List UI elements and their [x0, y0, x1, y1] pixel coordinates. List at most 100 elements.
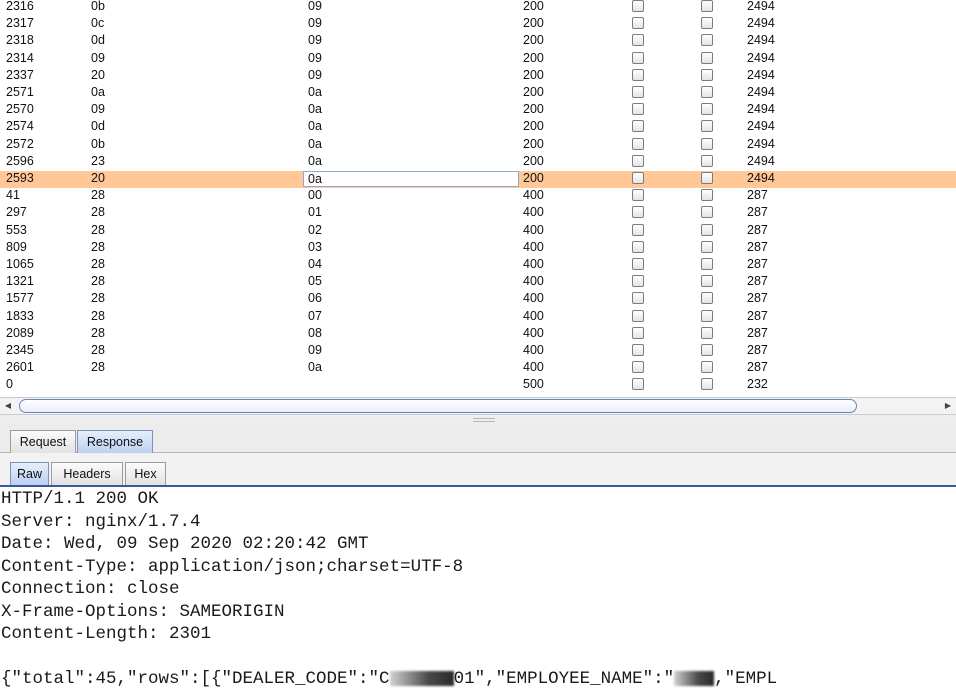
tab-request[interactable]: Request [10, 430, 76, 453]
table-row[interactable]: 2337 20 09 200 2494 [0, 68, 956, 85]
timeout-checkbox[interactable] [701, 34, 713, 47]
table-row[interactable]: 2571 0a 0a 200 2494 [0, 85, 956, 102]
length-cell: 2494 [747, 16, 775, 31]
table-row[interactable]: 2316 0b 09 200 2494 [0, 0, 956, 16]
table-row[interactable]: 2314 09 09 200 2494 [0, 51, 956, 68]
error-checkbox[interactable] [632, 275, 644, 288]
request-cell: 2572 [6, 136, 34, 151]
tab-headers[interactable]: Headers [51, 462, 123, 485]
divider-grip-icon[interactable] [473, 418, 495, 422]
payload2-cell: 01 [308, 205, 322, 220]
table-row[interactable]: 2089 28 08 400 287 [0, 326, 956, 343]
tab-response[interactable]: Response [77, 430, 153, 453]
error-checkbox[interactable] [632, 68, 644, 81]
timeout-checkbox[interactable] [701, 0, 713, 12]
error-checkbox[interactable] [632, 103, 644, 116]
error-checkbox[interactable] [632, 223, 644, 236]
error-checkbox[interactable] [632, 344, 644, 356]
error-checkbox[interactable] [632, 189, 644, 202]
table-row[interactable]: 2345 28 09 400 287 [0, 343, 956, 360]
length-cell: 287 [747, 360, 768, 375]
timeout-checkbox[interactable] [701, 326, 713, 339]
timeout-checkbox[interactable] [701, 378, 713, 391]
status-cell: 200 [523, 67, 544, 82]
timeout-checkbox[interactable] [701, 103, 713, 116]
error-checkbox[interactable] [632, 361, 644, 374]
timeout-checkbox[interactable] [701, 275, 713, 288]
table-row[interactable]: 1577 28 06 400 287 [0, 291, 956, 308]
error-checkbox[interactable] [632, 378, 644, 391]
status-cell: 200 [523, 102, 544, 117]
table-row[interactable]: 2574 0d 0a 200 2494 [0, 119, 956, 136]
length-cell: 2494 [747, 136, 775, 151]
raw-response-view[interactable]: HTTP/1.1 200 OK Server: nginx/1.7.4 Date… [0, 487, 956, 694]
error-checkbox[interactable] [632, 172, 644, 184]
timeout-checkbox[interactable] [701, 292, 713, 305]
scroll-left-icon[interactable]: ◀ [1, 400, 15, 412]
request-cell: 2593 [6, 171, 34, 185]
error-checkbox[interactable] [632, 137, 644, 150]
error-checkbox[interactable] [632, 34, 644, 47]
timeout-checkbox[interactable] [701, 68, 713, 81]
error-checkbox[interactable] [632, 17, 644, 30]
error-checkbox[interactable] [632, 206, 644, 219]
timeout-checkbox[interactable] [701, 120, 713, 133]
table-row[interactable]: 2317 0c 09 200 2494 [0, 16, 956, 33]
table-row[interactable]: 0 500 232 [0, 377, 956, 394]
table-row[interactable]: 2601 28 0a 400 287 [0, 360, 956, 377]
error-checkbox[interactable] [632, 309, 644, 322]
timeout-checkbox[interactable] [701, 51, 713, 64]
timeout-checkbox[interactable] [701, 258, 713, 270]
table-row[interactable]: 1065 28 04 400 287 [0, 257, 956, 274]
table-row[interactable]: 553 28 02 400 287 [0, 223, 956, 240]
error-checkbox[interactable] [632, 326, 644, 339]
payload1-cell: 0d [91, 33, 105, 48]
table-row[interactable]: 1321 28 05 400 287 [0, 274, 956, 291]
table-row[interactable]: 297 28 01 400 287 [0, 205, 956, 222]
timeout-checkbox[interactable] [701, 137, 713, 150]
payload2-cell: 0a [308, 360, 322, 375]
table-row[interactable]: 2570 09 0a 200 2494 [0, 102, 956, 119]
timeout-checkbox[interactable] [701, 172, 713, 184]
scrollbar-thumb[interactable] [19, 399, 857, 413]
table-row[interactable]: 809 28 03 400 287 [0, 240, 956, 257]
horizontal-scrollbar[interactable]: ◀ ▶ [0, 397, 956, 415]
split-pane-divider[interactable] [0, 415, 956, 423]
tab-raw[interactable]: Raw [10, 462, 49, 485]
error-checkbox[interactable] [632, 258, 644, 270]
payload1-cell: 28 [91, 222, 105, 237]
table-row[interactable]: 41 28 00 400 287 [0, 188, 956, 205]
timeout-checkbox[interactable] [701, 86, 713, 98]
length-cell: 2494 [747, 67, 775, 82]
timeout-checkbox[interactable] [701, 223, 713, 236]
length-cell: 287 [747, 291, 768, 306]
tab-hex[interactable]: Hex [125, 462, 166, 485]
error-checkbox[interactable] [632, 120, 644, 133]
timeout-checkbox[interactable] [701, 344, 713, 356]
payload2-cell: 09 [308, 343, 322, 357]
request-cell: 2345 [6, 343, 34, 357]
table-row[interactable]: 1833 28 07 400 287 [0, 309, 956, 326]
timeout-checkbox[interactable] [701, 206, 713, 219]
payload2-cell: 07 [308, 308, 322, 323]
error-checkbox[interactable] [632, 292, 644, 305]
timeout-checkbox[interactable] [701, 309, 713, 322]
error-checkbox[interactable] [632, 0, 644, 12]
payload1-cell: 0b [91, 0, 105, 13]
payload1-cell: 09 [91, 102, 105, 117]
redacted-block [674, 670, 715, 686]
table-row[interactable]: 2593 20 0a 200 2494 [0, 171, 956, 188]
timeout-checkbox[interactable] [701, 361, 713, 374]
timeout-checkbox[interactable] [701, 240, 713, 253]
scroll-right-icon[interactable]: ▶ [941, 400, 955, 412]
table-row[interactable]: 2318 0d 09 200 2494 [0, 33, 956, 50]
error-checkbox[interactable] [632, 154, 644, 167]
error-checkbox[interactable] [632, 51, 644, 64]
error-checkbox[interactable] [632, 86, 644, 98]
error-checkbox[interactable] [632, 240, 644, 253]
timeout-checkbox[interactable] [701, 154, 713, 167]
table-row[interactable]: 2596 23 0a 200 2494 [0, 154, 956, 171]
timeout-checkbox[interactable] [701, 189, 713, 202]
table-row[interactable]: 2572 0b 0a 200 2494 [0, 137, 956, 154]
timeout-checkbox[interactable] [701, 17, 713, 30]
